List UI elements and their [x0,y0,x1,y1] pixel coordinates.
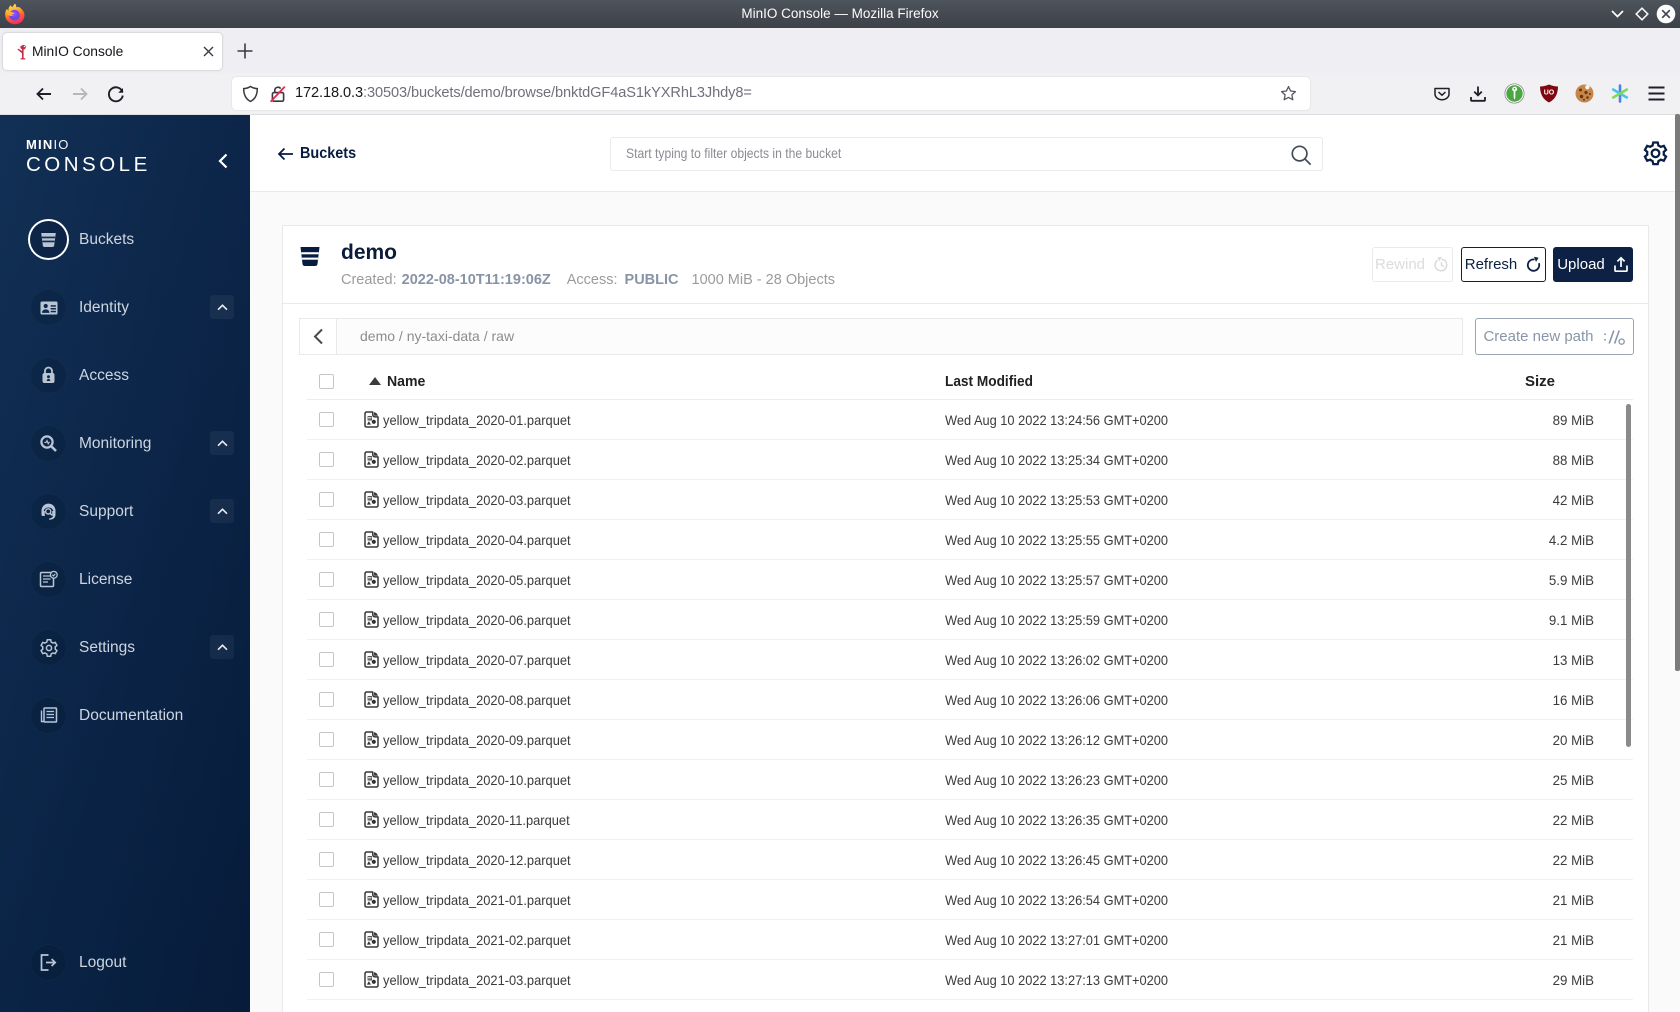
svg-text:UO: UO [1544,90,1555,97]
